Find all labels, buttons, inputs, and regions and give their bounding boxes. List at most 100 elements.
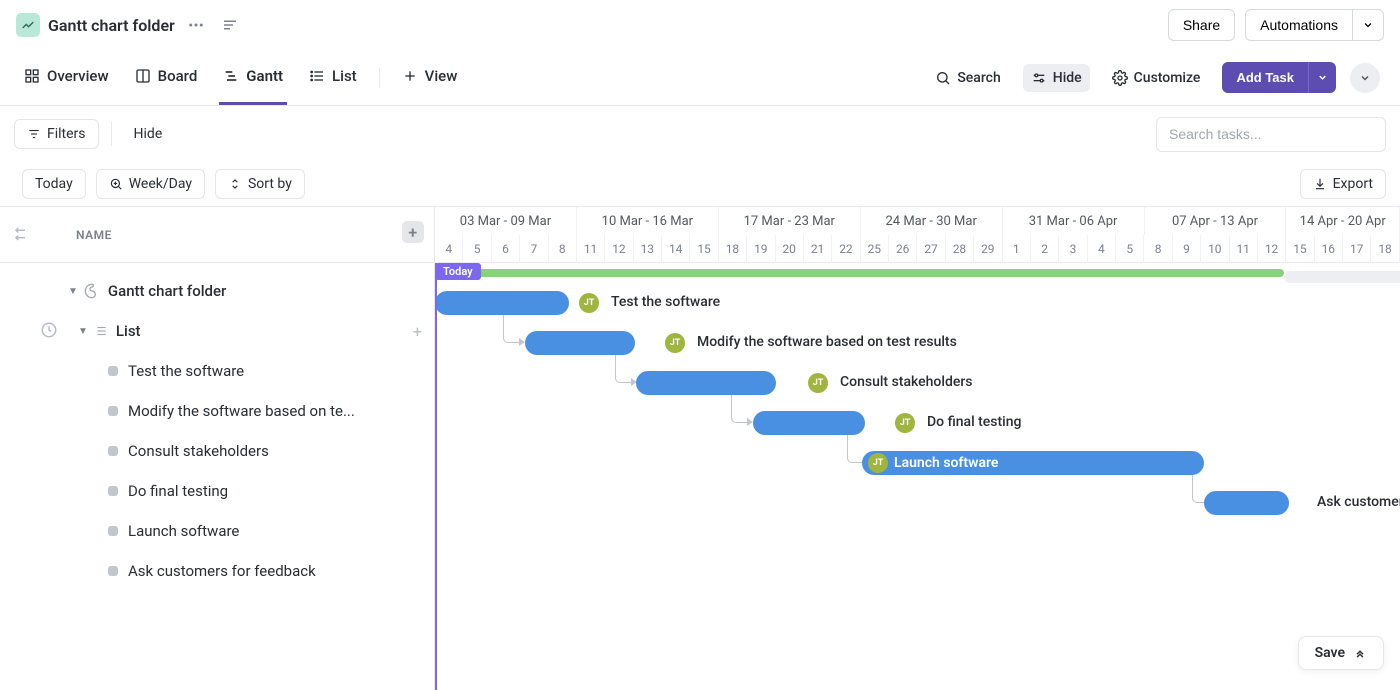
list-icon bbox=[309, 68, 325, 84]
day-header-cell: 15 bbox=[1286, 235, 1314, 263]
day-header-cell: 8 bbox=[1144, 235, 1172, 263]
weeks-row: 03 Mar - 09 Mar10 Mar - 16 Mar17 Mar - 2… bbox=[435, 207, 1400, 235]
day-header-cell: 18 bbox=[1371, 235, 1399, 263]
day-header-cell: 4 bbox=[435, 235, 463, 263]
folder-leaf-icon bbox=[84, 283, 100, 299]
day-header-cell: 6 bbox=[492, 235, 520, 263]
day-header-cell: 10 bbox=[1201, 235, 1229, 263]
add-task-caret-button[interactable] bbox=[1308, 62, 1336, 93]
gear-icon bbox=[1112, 70, 1128, 86]
filter-icon bbox=[27, 127, 41, 141]
hide-action[interactable]: Hide bbox=[1023, 64, 1090, 92]
hide-link[interactable]: Hide bbox=[124, 120, 173, 148]
today-button[interactable]: Today bbox=[22, 169, 86, 199]
gantt-row: JT Test the software bbox=[435, 283, 1400, 323]
tab-board[interactable]: Board bbox=[131, 50, 202, 105]
search-tasks-input[interactable] bbox=[1169, 126, 1373, 142]
task-row[interactable]: Do final testing bbox=[0, 471, 434, 511]
plus-icon bbox=[402, 68, 418, 84]
automations-caret-button[interactable] bbox=[1352, 9, 1384, 41]
day-header-cell: 12 bbox=[605, 235, 633, 263]
day-header-cell: 9 bbox=[1173, 235, 1201, 263]
task-bar-label: Ask customers bbox=[1317, 494, 1400, 510]
sortby-label: Sort by bbox=[248, 176, 292, 192]
hide-label: Hide bbox=[1053, 70, 1082, 86]
days-row: 4567811121314151819202122252627282912345… bbox=[435, 235, 1400, 263]
sortby-button[interactable]: Sort by bbox=[215, 169, 305, 199]
day-header-cell: 8 bbox=[549, 235, 577, 263]
tab-view-label: View bbox=[425, 67, 458, 85]
assignee-avatar[interactable]: JT bbox=[808, 373, 828, 393]
day-header-cell: 5 bbox=[463, 235, 491, 263]
weekday-button[interactable]: Week/Day bbox=[96, 169, 205, 199]
week-header-cell: 14 Apr - 20 Apr bbox=[1286, 207, 1400, 235]
task-tree: ▼ Gantt chart folder ▼ List + Test the s… bbox=[0, 263, 434, 591]
status-square-icon bbox=[108, 366, 118, 376]
caret-down-icon: ▼ bbox=[78, 326, 88, 337]
task-row[interactable]: Consult stakeholders bbox=[0, 431, 434, 471]
assignee-avatar[interactable]: JT bbox=[895, 413, 915, 433]
task-bar[interactable]: JT Launch software bbox=[862, 451, 1204, 475]
sub-toolbar: Filters Hide bbox=[0, 106, 1400, 162]
assignee-avatar[interactable]: JT bbox=[665, 333, 685, 353]
board-icon bbox=[135, 68, 151, 84]
task-bar-label: Do final testing bbox=[927, 414, 1021, 430]
more-icon[interactable] bbox=[183, 12, 209, 38]
name-column-header: NAME bbox=[76, 228, 112, 242]
tab-gantt-label: Gantt bbox=[246, 67, 283, 85]
tree-list-name: List bbox=[116, 322, 141, 340]
add-task-inline-icon[interactable]: + bbox=[413, 322, 422, 341]
task-bar[interactable] bbox=[525, 331, 635, 355]
gantt-icon bbox=[223, 68, 239, 84]
tab-list[interactable]: List bbox=[305, 50, 361, 105]
more-circle-button[interactable] bbox=[1350, 63, 1380, 93]
week-header-cell: 17 Mar - 23 Mar bbox=[719, 207, 861, 235]
task-bar[interactable] bbox=[636, 371, 776, 395]
task-bar[interactable] bbox=[753, 411, 865, 435]
gantt-row bbox=[435, 263, 1400, 283]
collapse-panel-icon[interactable] bbox=[10, 225, 28, 243]
task-row[interactable]: Modify the software based on te... bbox=[0, 391, 434, 431]
sliders-icon bbox=[1031, 70, 1047, 86]
search-tasks-box[interactable] bbox=[1156, 117, 1386, 152]
today-marker-line bbox=[435, 263, 437, 690]
day-header-cell: 11 bbox=[577, 235, 605, 263]
today-badge: Today bbox=[435, 263, 481, 280]
gantt-body[interactable]: Today JT Test the software JT Modify the… bbox=[435, 263, 1400, 523]
summary-bar[interactable] bbox=[443, 269, 1284, 277]
task-bar[interactable] bbox=[435, 291, 569, 315]
task-row[interactable]: Launch software bbox=[0, 511, 434, 551]
automations-button[interactable]: Automations bbox=[1245, 9, 1352, 41]
weekday-label: Week/Day bbox=[129, 176, 192, 192]
status-square-icon bbox=[108, 406, 118, 416]
assignee-avatar[interactable]: JT bbox=[579, 293, 599, 313]
day-header-cell: 4 bbox=[1088, 235, 1116, 263]
task-row[interactable]: Test the software bbox=[0, 351, 434, 391]
add-task-button[interactable]: Add Task bbox=[1222, 62, 1308, 93]
tab-overview[interactable]: Overview bbox=[20, 50, 113, 105]
tree-list-row[interactable]: ▼ List + bbox=[0, 311, 434, 351]
tree-folder-row[interactable]: ▼ Gantt chart folder bbox=[0, 271, 434, 311]
caret-down-icon: ▼ bbox=[68, 286, 78, 297]
search-action[interactable]: Search bbox=[927, 64, 1008, 92]
side-header: NAME + bbox=[0, 207, 434, 263]
day-header-cell: 14 bbox=[662, 235, 690, 263]
task-name: Do final testing bbox=[128, 482, 228, 500]
filters-button[interactable]: Filters bbox=[14, 119, 99, 149]
save-floating-button[interactable]: Save bbox=[1298, 636, 1384, 670]
export-button[interactable]: Export bbox=[1300, 169, 1386, 199]
share-button[interactable]: Share bbox=[1168, 9, 1235, 41]
day-header-cell: 21 bbox=[804, 235, 832, 263]
add-column-button[interactable]: + bbox=[402, 221, 424, 243]
customize-action[interactable]: Customize bbox=[1104, 64, 1209, 92]
assignee-avatar[interactable]: JT bbox=[868, 453, 888, 473]
task-row[interactable]: Ask customers for feedback bbox=[0, 551, 434, 591]
tab-gantt[interactable]: Gantt bbox=[219, 50, 287, 105]
description-icon[interactable] bbox=[217, 12, 243, 38]
day-header-cell: 25 bbox=[861, 235, 889, 263]
zoom-icon bbox=[109, 177, 123, 191]
gantt-chart[interactable]: 03 Mar - 09 Mar10 Mar - 16 Mar17 Mar - 2… bbox=[434, 206, 1400, 690]
tree-folder-name: Gantt chart folder bbox=[108, 282, 226, 300]
tab-add-view[interactable]: View bbox=[398, 50, 462, 105]
task-bar[interactable] bbox=[1204, 491, 1289, 515]
